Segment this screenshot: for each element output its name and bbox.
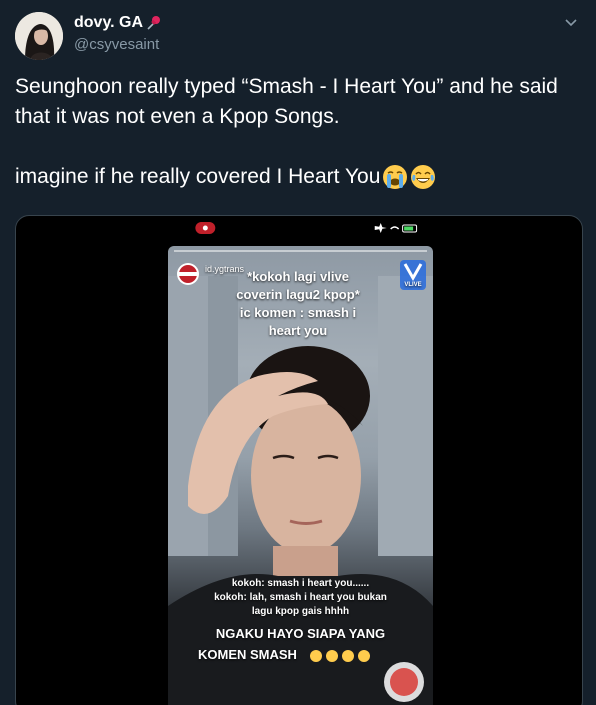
tweet-media[interactable]: id.ygtrans VLIVE *kokoh lagi vlive cover… (15, 215, 583, 705)
pushpin-icon (147, 16, 161, 30)
subtitle-line-1: kokoh: smash i heart you...... (231, 578, 370, 589)
tweet-text-line-2: imagine if he really covered I Heart You (15, 165, 381, 188)
caption-top: *kokoh lagi vlive coverin lagu2 kpop* ic… (218, 268, 378, 340)
tweet-text-paragraph-2: imagine if he really covered I Heart You (15, 162, 575, 192)
wifi-icon (390, 226, 400, 230)
subtitle-line-2: kokoh: lah, smash i heart you bukan (214, 592, 387, 603)
caption-top-line-1: *kokoh lagi vlive (247, 269, 349, 284)
tweet: dovy. GA @csyvesaint Seunghoon really ty… (0, 0, 596, 705)
caption-top-line-3: ic komen : smash i (239, 305, 357, 320)
vlive-label: VLIVE (404, 282, 422, 288)
display-name-text[interactable]: dovy. GA (74, 14, 143, 32)
caption-top-line-4: heart you (268, 323, 328, 338)
avatar-image (15, 12, 63, 60)
caption-bottom-line-2: KOMEN SMASH (198, 647, 297, 662)
display-name[interactable]: dovy. GA (74, 14, 162, 32)
phone-status-bar (195, 222, 418, 234)
chevron-down-icon[interactable] (564, 16, 578, 30)
subtitle-line-3: lagu kpop gais hhhh (251, 606, 350, 617)
caption-top-line-2: coverin lagu2 kpop* (236, 287, 360, 302)
avatar[interactable] (15, 12, 63, 60)
tweet-text: Seunghoon really typed “Smash - I Heart … (15, 72, 575, 192)
loudly-crying-face-emoji (383, 165, 408, 189)
caption-bottom-line-1: NGAKU HAYO SIAPA YANG (215, 626, 386, 641)
user-handle[interactable]: @csyvesaint (74, 36, 159, 53)
airplane-icon (374, 223, 387, 233)
face-with-tears-of-joy-emoji (411, 165, 436, 189)
tweet-text-paragraph-1: Seunghoon really typed “Smash - I Heart … (15, 75, 558, 128)
video-story[interactable]: id.ygtrans VLIVE *kokoh lagi vlive cover… (168, 246, 433, 705)
